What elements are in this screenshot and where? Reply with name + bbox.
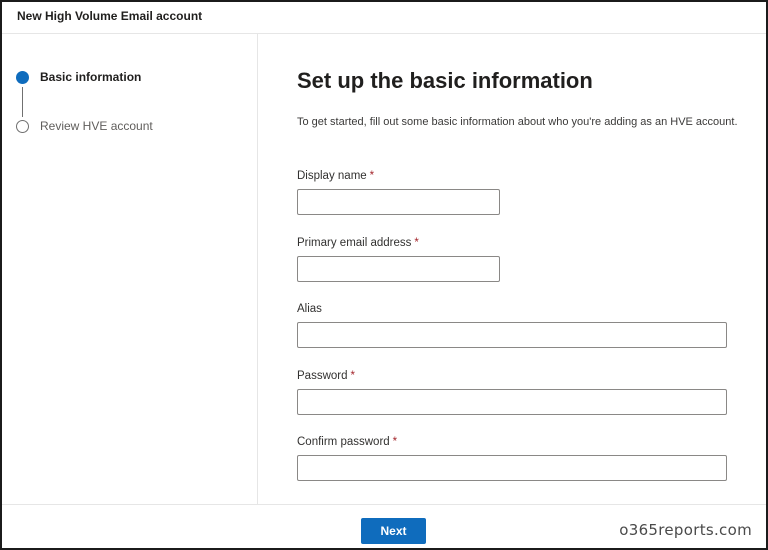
primary-email-field: Primary email address * xyxy=(297,237,500,282)
step-inactive-dot-icon xyxy=(16,120,29,133)
page-title: Set up the basic information xyxy=(297,68,593,93)
wizard-steps: Basic information Review HVE account xyxy=(2,34,258,504)
step-connector xyxy=(22,87,23,117)
confirm-password-label: Confirm password * xyxy=(297,436,398,448)
step-label: Basic information xyxy=(40,70,142,84)
confirm-password-field: Confirm password * xyxy=(297,436,727,481)
next-button[interactable]: Next xyxy=(361,518,426,544)
required-marker: * xyxy=(350,370,355,382)
form-panel: Set up the basic information To get star… xyxy=(259,34,766,504)
password-input[interactable] xyxy=(297,389,727,415)
primary-email-input[interactable] xyxy=(297,256,500,282)
watermark-text: o365reports.com xyxy=(619,521,752,539)
step-active-dot-icon xyxy=(16,71,29,84)
confirm-password-input[interactable] xyxy=(297,455,727,481)
window-title: New High Volume Email account xyxy=(17,9,203,23)
display-name-label: Display name * xyxy=(297,170,375,182)
alias-field: Alias xyxy=(297,303,727,348)
display-name-field: Display name * xyxy=(297,170,500,215)
required-marker: * xyxy=(369,170,375,182)
password-field: Password * xyxy=(297,370,727,415)
required-marker: * xyxy=(414,237,419,249)
intro-text: To get started, fill out some basic info… xyxy=(297,116,738,128)
alias-label: Alias xyxy=(297,303,322,315)
title-bar: New High Volume Email account xyxy=(2,2,766,34)
required-marker: * xyxy=(392,436,398,448)
footer-bar: Next o365reports.com xyxy=(2,504,766,550)
dialog-window: New High Volume Email account Basic info… xyxy=(0,0,768,550)
alias-input[interactable] xyxy=(297,322,727,348)
step-label: Review HVE account xyxy=(40,119,153,133)
password-label: Password * xyxy=(297,370,355,382)
primary-email-label: Primary email address * xyxy=(297,237,419,249)
display-name-input[interactable] xyxy=(297,189,500,215)
